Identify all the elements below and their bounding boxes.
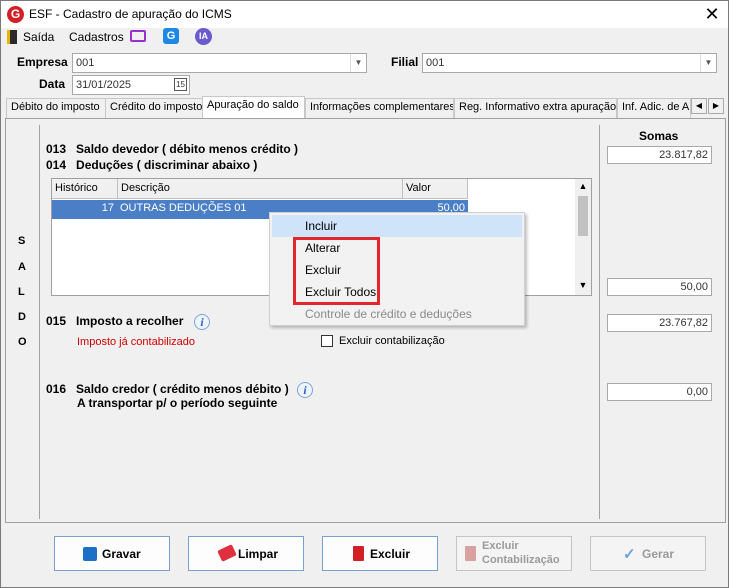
limpar-button[interactable]: Limpar xyxy=(188,536,304,571)
saldo-letter: S xyxy=(18,235,26,247)
cell-descricao: OUTRAS DEDUÇÕES 01 xyxy=(120,202,247,214)
saldo-letter: D xyxy=(18,311,26,323)
empresa-combo[interactable]: 001 ▼ xyxy=(72,53,367,73)
scroll-up-icon[interactable]: ▲ xyxy=(575,181,591,191)
section-016-sub: A transportar p/ o período seguinte xyxy=(77,396,278,410)
tab-inf-adic[interactable]: Inf. Adic. de A xyxy=(617,98,691,118)
gerar-label: Gerar xyxy=(642,547,675,561)
section-013: 013 Saldo devedor ( débito menos crédito… xyxy=(46,142,299,156)
divider xyxy=(599,125,600,519)
menu-item-incluir[interactable]: Incluir xyxy=(272,215,522,237)
empresa-value: 001 xyxy=(76,57,95,69)
saldo-letter: O xyxy=(18,336,27,348)
somas-header: Somas xyxy=(639,129,679,143)
check-icon: ✓ xyxy=(623,546,636,563)
trash-icon xyxy=(353,546,364,561)
empresa-label: Empresa xyxy=(17,55,68,69)
divider xyxy=(39,125,40,519)
scroll-down-icon[interactable]: ▼ xyxy=(575,280,591,290)
tab-scroll-right-icon[interactable]: ▶ xyxy=(708,98,724,114)
gravar-button[interactable]: Gravar xyxy=(54,536,170,571)
filial-combo[interactable]: 001 ▼ xyxy=(422,53,717,73)
window-title: ESF - Cadastro de apuração do ICMS xyxy=(29,7,232,21)
gravar-label: Gravar xyxy=(102,547,141,561)
soma-013: 23.817,82 xyxy=(607,146,712,164)
col-valor[interactable]: Valor xyxy=(403,179,468,199)
cell-historico: 17 xyxy=(101,202,114,214)
g-app-icon[interactable]: G xyxy=(163,28,179,44)
saldo-letter: A xyxy=(18,261,26,273)
menu-cadastros[interactable]: Cadastros xyxy=(69,30,124,44)
save-icon xyxy=(83,547,97,561)
excluir-contab-label: Excluir contabilização xyxy=(339,335,445,347)
gerar-button[interactable]: ✓ Gerar xyxy=(590,536,706,571)
highlight-box xyxy=(293,237,380,305)
calendar-icon[interactable]: 15 xyxy=(174,78,187,91)
filial-label: Filial xyxy=(391,55,419,69)
monitor-icon[interactable] xyxy=(130,30,146,42)
excluir-contab-checkbox[interactable] xyxy=(321,335,333,347)
col-descricao[interactable]: Descrição xyxy=(118,179,403,199)
tab-scroll-left-icon[interactable]: ◀ xyxy=(691,98,707,114)
grid-scrollbar[interactable]: ▲ ▼ xyxy=(575,179,591,295)
exit-door-icon xyxy=(7,30,17,44)
saldo-letter: L xyxy=(18,286,25,298)
tab-info-complementares[interactable]: Informações complementares xyxy=(305,98,454,118)
excluir-label: Excluir xyxy=(370,547,411,561)
tab-credito[interactable]: Crédito do imposto xyxy=(105,98,203,118)
section-014: 014 Deduções ( discriminar abaixo ) xyxy=(46,158,258,172)
scroll-thumb[interactable] xyxy=(578,196,588,236)
filial-value: 001 xyxy=(426,57,445,69)
section-015: 015 Imposto a recolher xyxy=(46,314,184,328)
chevron-down-icon[interactable]: ▼ xyxy=(350,54,366,72)
excluir-contabilizacao-button[interactable]: Excluir Contabilização xyxy=(456,536,572,571)
menu-item-controle: Controle de crédito e deduções xyxy=(305,307,472,321)
soma-016: 0,00 xyxy=(607,383,712,401)
ia-icon[interactable]: IA xyxy=(195,28,212,45)
section-016: 016 Saldo credor ( crédito menos débito … xyxy=(46,382,289,396)
trash-icon xyxy=(465,546,476,561)
limpar-label: Limpar xyxy=(238,547,279,561)
soma-014: 50,00 xyxy=(607,278,712,296)
close-button[interactable]: ✕ xyxy=(701,3,723,25)
info-icon[interactable]: i xyxy=(194,314,210,330)
data-field[interactable]: 31/01/2025 15 xyxy=(72,75,190,95)
data-value: 31/01/2025 xyxy=(76,79,132,91)
excluir-contab-label-1: Excluir xyxy=(482,540,519,552)
tab-debito[interactable]: Débito do imposto xyxy=(6,98,106,118)
col-historico[interactable]: Histórico xyxy=(52,179,118,199)
tab-reg-informativo[interactable]: Reg. Informativo extra apuração xyxy=(454,98,617,118)
tab-apuracao[interactable]: Apuração do saldo xyxy=(202,96,305,119)
soma-015: 23.767,82 xyxy=(607,314,712,332)
chevron-down-icon[interactable]: ▼ xyxy=(700,54,716,72)
data-label: Data xyxy=(39,77,66,91)
status-contabilizado: Imposto já contabilizado xyxy=(77,336,196,348)
eraser-icon xyxy=(217,544,237,562)
excluir-contab-label-2: Contabilização xyxy=(482,554,560,566)
info-icon[interactable]: i xyxy=(297,382,313,398)
excluir-button[interactable]: Excluir xyxy=(322,536,438,571)
app-logo: G xyxy=(7,6,24,23)
menu-saida[interactable]: Saída xyxy=(23,30,54,44)
main-window: G ESF - Cadastro de apuração do ICMS ✕ S… xyxy=(0,0,729,588)
